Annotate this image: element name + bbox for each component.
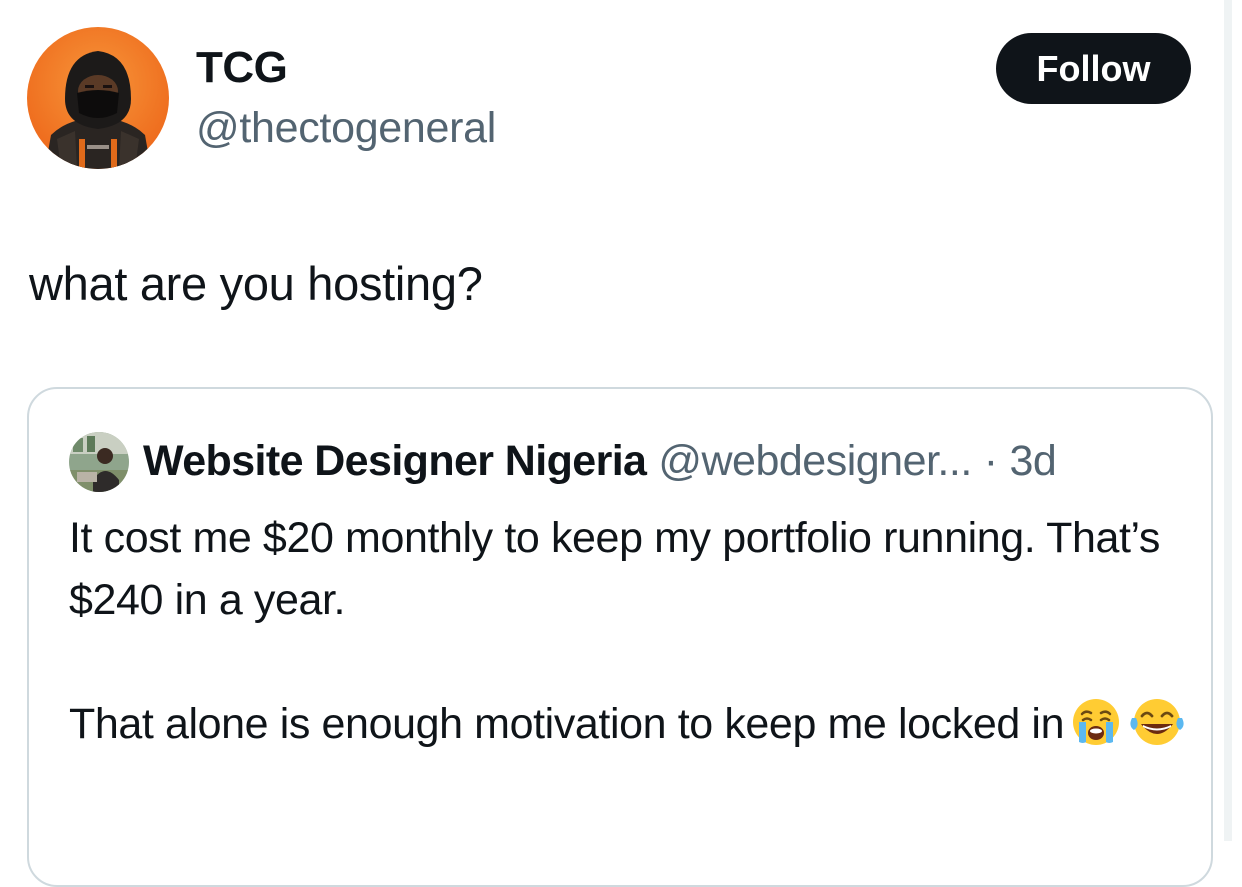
face-with-tears-of-joy-emoji-icon xyxy=(1128,696,1186,765)
quoted-tweet-card[interactable]: Website Designer Nigeria @webdesigner...… xyxy=(27,387,1213,887)
author-avatar[interactable] xyxy=(27,27,169,169)
follow-button[interactable]: Follow xyxy=(996,33,1191,104)
separator-dot: · xyxy=(983,437,998,485)
quoted-tweet-time[interactable]: 3d xyxy=(1010,437,1057,485)
quoted-avatar-icon xyxy=(69,432,129,492)
scroll-edge xyxy=(1224,0,1232,841)
quoted-tweet-header: Website Designer Nigeria @webdesigner...… xyxy=(143,431,1057,491)
quoted-paragraph-2: That alone is enough motivation to keep … xyxy=(69,693,1199,765)
quoted-author-handle[interactable]: @webdesigner... xyxy=(658,437,972,485)
author-display-name[interactable]: TCG xyxy=(196,40,288,96)
quoted-author-avatar[interactable] xyxy=(69,432,129,492)
quoted-tweet-body: It cost me $20 monthly to keep my portfo… xyxy=(69,507,1199,765)
loudly-crying-face-emoji-icon xyxy=(1070,696,1122,765)
quoted-paragraph-2-text: That alone is enough motivation to keep … xyxy=(69,700,1065,748)
quoted-author-name[interactable]: Website Designer Nigeria xyxy=(143,437,647,485)
author-handle[interactable]: @thectogeneral xyxy=(196,100,496,156)
tweet-text: what are you hosting? xyxy=(29,257,483,310)
quoted-paragraph-1: It cost me $20 monthly to keep my portfo… xyxy=(69,514,1160,624)
profile-avatar-icon xyxy=(27,27,169,169)
